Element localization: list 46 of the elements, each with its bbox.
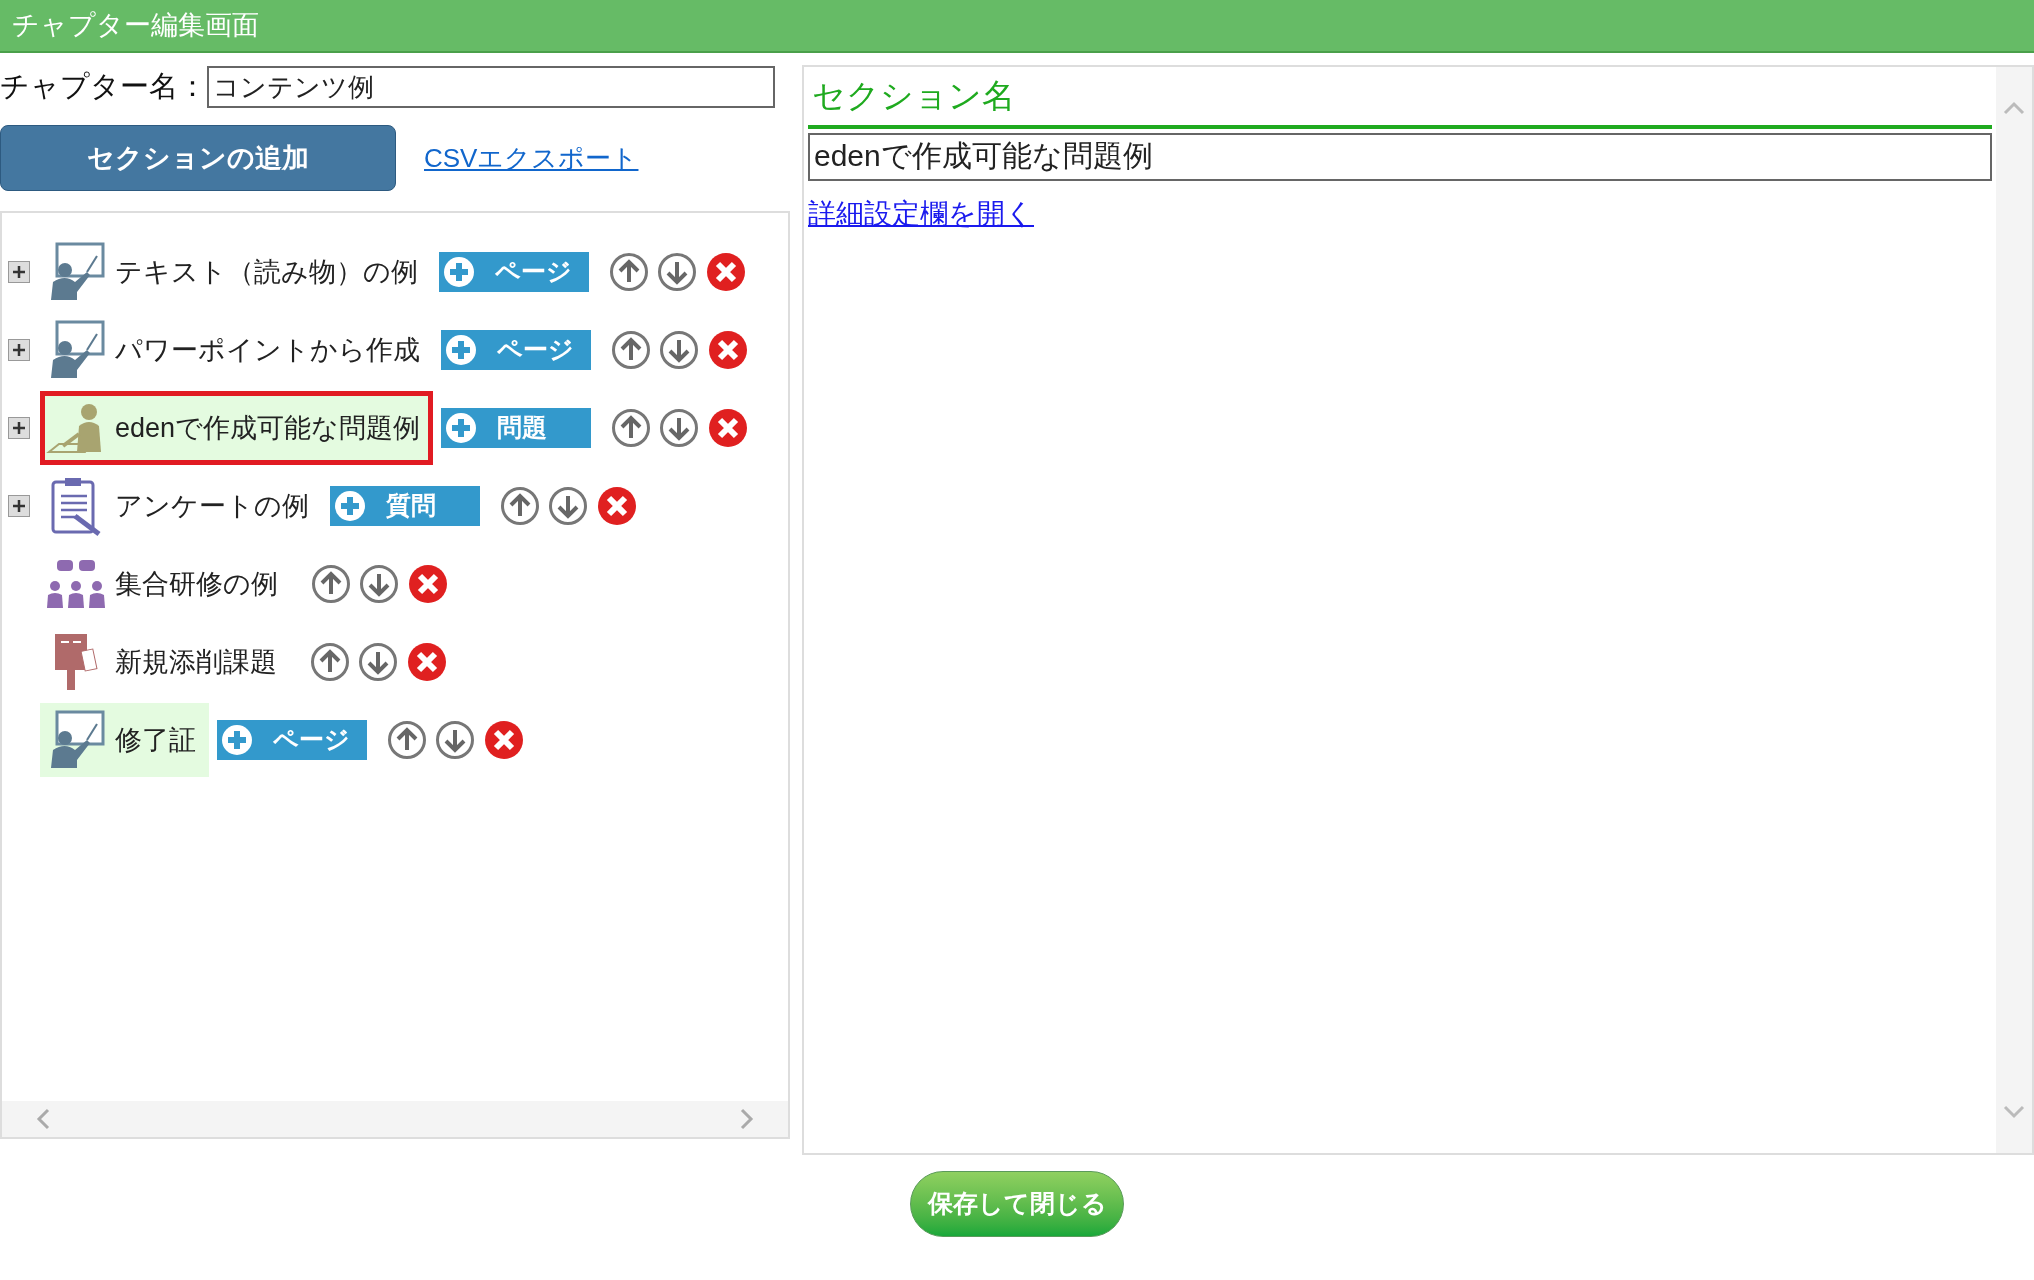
plus-circle-icon bbox=[221, 724, 253, 756]
delete-icon[interactable] bbox=[407, 563, 449, 605]
group-discussion-icon bbox=[45, 558, 107, 610]
expand-icon[interactable] bbox=[8, 339, 30, 361]
plus-circle-icon bbox=[445, 334, 477, 366]
chapter-name-field[interactable]: コンテンツ例 bbox=[207, 66, 775, 108]
plus-circle-icon bbox=[445, 412, 478, 444]
tree-item[interactable]: 修了証 bbox=[40, 703, 209, 777]
tree-item[interactable]: edenで作成可能な問題例 bbox=[40, 391, 434, 465]
tree-item[interactable]: アンケートの例 bbox=[40, 469, 322, 543]
details-link[interactable]: 詳細設定欄を開く bbox=[808, 192, 1034, 235]
move-down-icon[interactable] bbox=[659, 330, 699, 370]
move-down-icon[interactable] bbox=[659, 408, 700, 448]
expand-icon[interactable] bbox=[8, 261, 30, 283]
move-down-icon[interactable] bbox=[358, 642, 398, 682]
delete-icon[interactable] bbox=[406, 641, 448, 683]
plus-circle-icon bbox=[443, 256, 475, 288]
tree-item[interactable]: 新規添削課題 bbox=[40, 625, 290, 699]
add-section-button[interactable]: セクションの追加 bbox=[0, 125, 396, 191]
delete-icon[interactable] bbox=[596, 485, 638, 527]
delete-icon[interactable] bbox=[483, 719, 525, 761]
chapter-name-label: チャプター名： bbox=[0, 69, 207, 105]
move-up-icon[interactable] bbox=[387, 720, 427, 760]
move-up-icon[interactable] bbox=[609, 252, 649, 292]
section-name-field[interactable]: edenで作成可能な問題例 bbox=[808, 132, 1992, 181]
expand-icon[interactable] bbox=[8, 495, 30, 517]
move-down-icon[interactable] bbox=[435, 720, 475, 760]
move-up-icon[interactable] bbox=[311, 564, 351, 604]
delete-icon[interactable] bbox=[707, 329, 749, 371]
move-down-icon[interactable] bbox=[548, 486, 588, 526]
move-up-icon[interactable] bbox=[310, 642, 350, 682]
move-up-icon[interactable] bbox=[611, 330, 651, 370]
delete-icon[interactable] bbox=[707, 407, 750, 449]
move-down-icon[interactable] bbox=[359, 564, 399, 604]
window-title: チャプター編集画面 bbox=[12, 9, 259, 43]
delete-icon[interactable] bbox=[705, 251, 747, 293]
move-down-icon[interactable] bbox=[657, 252, 697, 292]
plus-circle-icon bbox=[334, 490, 366, 522]
move-up-icon[interactable] bbox=[500, 486, 540, 526]
section-heading: セクション名 bbox=[808, 67, 1992, 129]
move-up-icon[interactable] bbox=[611, 408, 652, 448]
tree-item[interactable]: パワーポイントから作成 bbox=[40, 313, 433, 387]
tree-item[interactable]: テキスト（読み物）の例 bbox=[40, 235, 431, 309]
expand-icon[interactable] bbox=[8, 417, 30, 439]
csv-export-link[interactable]: CSVエクスポート bbox=[424, 138, 639, 178]
tree-item[interactable]: 集合研修の例 bbox=[40, 547, 291, 621]
